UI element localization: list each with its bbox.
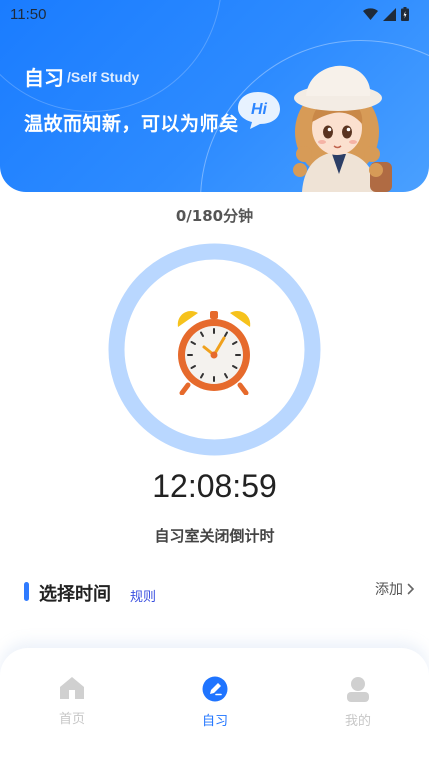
user-icon	[347, 677, 369, 702]
bubble-text: Hi	[251, 101, 268, 118]
add-time-label: 添加	[375, 582, 403, 598]
wifi-icon	[363, 7, 378, 20]
tab-study-label: 自习	[201, 714, 228, 729]
countdown-timer: 12:08:59	[152, 468, 277, 504]
tab-study[interactable]: 自习	[175, 676, 255, 729]
tab-mine-label: 我的	[344, 714, 371, 729]
page-subtitle: /Self Study	[67, 69, 140, 85]
chevron-right-icon	[407, 583, 415, 595]
section-accent-bar	[24, 582, 29, 601]
signal-icon	[383, 7, 396, 21]
header-banner: 自习 /Self Study 温故而知新，可以为师矣 Hi	[0, 0, 429, 192]
countdown-label: 自习室关闭倒计时	[154, 527, 275, 545]
home-icon	[60, 677, 84, 699]
tab-home[interactable]: 首页	[32, 676, 112, 727]
tab-mine[interactable]: 我的	[318, 676, 398, 729]
pen-icon	[202, 676, 228, 702]
status-icons	[363, 7, 409, 21]
rules-link[interactable]: 规则	[130, 586, 156, 605]
girl-mascot-icon	[293, 65, 392, 192]
status-bar: 11:50	[0, 0, 429, 28]
section-title: 选择时间	[39, 584, 111, 605]
tab-home-label: 首页	[58, 712, 85, 727]
bottom-tab-bar: 首页 自习 我的	[0, 648, 429, 763]
battery-icon	[401, 7, 409, 21]
status-time: 11:50	[10, 6, 47, 23]
minutes-progress-text: 0/180分钟	[175, 207, 254, 225]
slogan-text: 温故而知新，可以为师矣	[24, 113, 239, 135]
hi-bubble-icon: Hi	[238, 92, 280, 129]
add-time-button[interactable]: 添加	[375, 579, 415, 599]
page-title: 自习	[24, 66, 64, 90]
alarm-clock-icon	[177, 310, 251, 395]
